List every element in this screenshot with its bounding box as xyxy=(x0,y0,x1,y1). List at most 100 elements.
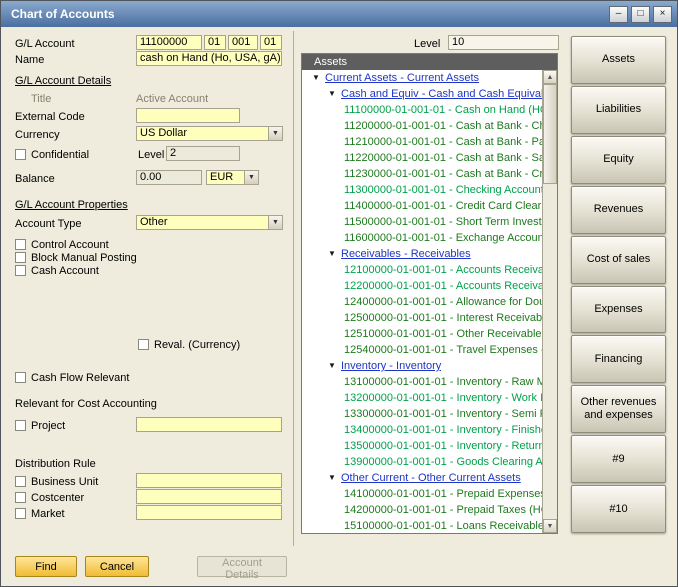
gl-account-segment-2[interactable]: 001 xyxy=(228,35,258,50)
tree-row-label[interactable]: 12500000-01-001-01 - Interest Receivable… xyxy=(344,310,542,326)
drawer-button[interactable]: Cost of sales xyxy=(571,236,666,284)
tree-row[interactable]: 15100000-01-001-01 - Loans Receivable - … xyxy=(302,518,542,533)
tree-row-label[interactable]: Inventory - Inventory xyxy=(341,358,441,374)
tree-row[interactable]: 12200000-01-001-01 - Accounts Receivable… xyxy=(302,278,542,294)
project-checkbox[interactable] xyxy=(15,420,26,431)
tree-row[interactable]: ▼Other Current - Other Current Assets xyxy=(302,470,542,486)
market-input[interactable] xyxy=(136,505,282,520)
minimize-icon[interactable]: – xyxy=(609,6,628,23)
chevron-down-icon[interactable]: ▼ xyxy=(244,171,258,184)
tree-row-label[interactable]: 13200000-01-001-01 - Inventory - Work In xyxy=(344,390,542,406)
tree-row[interactable]: 11200000-01-001-01 - Cash at Bank - Chec… xyxy=(302,118,542,134)
tree-row-label[interactable]: Current Assets - Current Assets xyxy=(325,70,479,86)
drawer-button[interactable]: Equity xyxy=(571,136,666,184)
scroll-up-icon[interactable]: ▲ xyxy=(543,70,557,84)
tree-row-label[interactable]: 11500000-01-001-01 - Short Term Investme… xyxy=(344,214,542,230)
cash-flow-relevant-checkbox[interactable] xyxy=(15,372,26,383)
tree-row[interactable]: 13500000-01-001-01 - Inventory - Returns… xyxy=(302,438,542,454)
currency-select[interactable]: US Dollar ▼ xyxy=(136,126,283,141)
drawer-button[interactable]: Assets xyxy=(571,36,666,84)
tree-row-label[interactable]: 11200000-01-001-01 - Cash at Bank - Chec… xyxy=(344,118,542,134)
chevron-down-icon[interactable]: ▼ xyxy=(268,127,282,140)
market-checkbox[interactable] xyxy=(15,508,26,519)
tree-row[interactable]: 11300000-01-001-01 - Checking Account Cl… xyxy=(302,182,542,198)
maximize-icon[interactable]: □ xyxy=(631,6,650,23)
tree-row-label[interactable]: 12540000-01-001-01 - Travel Expenses - A… xyxy=(344,342,542,358)
tree-row-label[interactable]: 15100000-01-001-01 - Loans Receivable - … xyxy=(344,518,542,533)
tree-row[interactable]: 13400000-01-001-01 - Inventory - Finishe… xyxy=(302,422,542,438)
tree-row[interactable]: 12510000-01-001-01 - Other Receivables (… xyxy=(302,326,542,342)
tree-row-label[interactable]: 13500000-01-001-01 - Inventory - Returns… xyxy=(344,438,542,454)
expand-icon[interactable]: ▼ xyxy=(328,470,341,486)
tree-row-label[interactable]: Receivables - Receivables xyxy=(341,246,471,262)
tree-row-label[interactable]: 14200000-01-001-01 - Prepaid Taxes (HO, … xyxy=(344,502,542,518)
tree-row[interactable]: 12400000-01-001-01 - Allowance for Doubt… xyxy=(302,294,542,310)
tree-row[interactable]: 13300000-01-001-01 - Inventory - Semi Fi… xyxy=(302,406,542,422)
control-account-checkbox[interactable] xyxy=(15,239,26,250)
tree-row-label[interactable]: 12510000-01-001-01 - Other Receivables (… xyxy=(344,326,542,342)
name-input[interactable]: cash on Hand (Ho, USA, gA) xyxy=(136,51,282,66)
tree-row[interactable]: ▼Current Assets - Current Assets xyxy=(302,70,542,86)
tree-row-label[interactable]: 11210000-01-001-01 - Cash at Bank - Payr… xyxy=(344,134,542,150)
tree-row-label[interactable]: 12100000-01-001-01 - Accounts Receivable… xyxy=(344,262,542,278)
drawer-button[interactable]: Liabilities xyxy=(571,86,666,134)
tree-row[interactable]: ▼Cash and Equiv - Cash and Cash Equivale… xyxy=(302,86,542,102)
tree-row[interactable]: 11400000-01-001-01 - Credit Card Clearin… xyxy=(302,198,542,214)
tree-row[interactable]: 11210000-01-001-01 - Cash at Bank - Payr… xyxy=(302,134,542,150)
scroll-down-icon[interactable]: ▼ xyxy=(543,519,557,533)
tree-row[interactable]: 11230000-01-001-01 - Cash at Bank - Cred… xyxy=(302,166,542,182)
tree-row[interactable]: ▼Inventory - Inventory xyxy=(302,358,542,374)
business-unit-input[interactable] xyxy=(136,473,282,488)
tree-row[interactable]: 13100000-01-001-01 - Inventory - Raw Mat… xyxy=(302,374,542,390)
tree-row-label[interactable]: 12200000-01-001-01 - Accounts Receivable… xyxy=(344,278,542,294)
tree-row[interactable]: 12500000-01-001-01 - Interest Receivable… xyxy=(302,310,542,326)
tree-row[interactable]: 13200000-01-001-01 - Inventory - Work In xyxy=(302,390,542,406)
tree-row[interactable]: 12540000-01-001-01 - Travel Expenses - A… xyxy=(302,342,542,358)
tree-row-label[interactable]: 11400000-01-001-01 - Credit Card Clearin… xyxy=(344,198,542,214)
cancel-button[interactable]: Cancel xyxy=(85,556,149,577)
tree-row-label[interactable]: 11230000-01-001-01 - Cash at Bank - Cred… xyxy=(344,166,542,182)
drawer-button[interactable]: #9 xyxy=(571,435,666,483)
confidential-checkbox[interactable] xyxy=(15,149,26,160)
business-unit-checkbox[interactable] xyxy=(15,476,26,487)
expand-icon[interactable]: ▼ xyxy=(328,246,341,262)
tree-row-label[interactable]: 13100000-01-001-01 - Inventory - Raw Mat… xyxy=(344,374,542,390)
drawer-button[interactable]: Other revenues and expenses xyxy=(571,385,666,433)
tree-row[interactable]: 12100000-01-001-01 - Accounts Receivable… xyxy=(302,262,542,278)
project-input[interactable] xyxy=(136,417,282,432)
block-manual-posting-checkbox[interactable] xyxy=(15,252,26,263)
account-type-select[interactable]: Other ▼ xyxy=(136,215,283,230)
tree-row-label[interactable]: 11300000-01-001-01 - Checking Account Cl… xyxy=(344,182,542,198)
drawer-button[interactable]: Revenues xyxy=(571,186,666,234)
expand-icon[interactable]: ▼ xyxy=(328,86,341,102)
tree-row[interactable]: 14200000-01-001-01 - Prepaid Taxes (HO, … xyxy=(302,502,542,518)
tree-row-label[interactable]: 11220000-01-001-01 - Cash at Bank - Savi… xyxy=(344,150,542,166)
tree-row-label[interactable]: 13900000-01-001-01 - Goods Clearing Acco… xyxy=(344,454,542,470)
expand-icon[interactable]: ▼ xyxy=(328,358,341,374)
tree-row[interactable]: 11600000-01-001-01 - Exchange Account (H xyxy=(302,230,542,246)
scrollbar-thumb[interactable] xyxy=(543,84,557,184)
find-button[interactable]: Find xyxy=(15,556,77,577)
expand-icon[interactable]: ▼ xyxy=(312,70,325,86)
tree-row[interactable]: ▼Receivables - Receivables xyxy=(302,246,542,262)
tree-row-label[interactable]: 13400000-01-001-01 - Inventory - Finishe… xyxy=(344,422,542,438)
tree-row-label[interactable]: 13300000-01-001-01 - Inventory - Semi Fi… xyxy=(344,406,542,422)
tree-row-label[interactable]: Other Current - Other Current Assets xyxy=(341,470,521,486)
external-code-input[interactable] xyxy=(136,108,240,123)
tree-row-label[interactable]: 11600000-01-001-01 - Exchange Account (H xyxy=(344,230,542,246)
tree-row[interactable]: 11500000-01-001-01 - Short Term Investme… xyxy=(302,214,542,230)
gl-account-segment-code[interactable]: 11100000 xyxy=(136,35,202,50)
tree-row-label[interactable]: 11100000-01-001-01 - Cash on Hand (HO, U xyxy=(344,102,542,118)
tree-row[interactable]: 11220000-01-001-01 - Cash at Bank - Savi… xyxy=(302,150,542,166)
tree-row[interactable]: 14100000-01-001-01 - Prepaid Expenses (H… xyxy=(302,486,542,502)
gl-account-segment-1[interactable]: 01 xyxy=(204,35,226,50)
tree-row[interactable]: 11100000-01-001-01 - Cash on Hand (HO, U xyxy=(302,102,542,118)
cash-account-checkbox[interactable] xyxy=(15,265,26,276)
tree-row-label[interactable]: 14100000-01-001-01 - Prepaid Expenses (H… xyxy=(344,486,542,502)
drawer-button[interactable]: Financing xyxy=(571,335,666,383)
reval-currency-checkbox[interactable] xyxy=(138,339,149,350)
tree-row[interactable]: 13900000-01-001-01 - Goods Clearing Acco… xyxy=(302,454,542,470)
costcenter-input[interactable] xyxy=(136,489,282,504)
drawer-button[interactable]: Expenses xyxy=(571,286,666,334)
gl-account-segment-3[interactable]: 01 xyxy=(260,35,282,50)
